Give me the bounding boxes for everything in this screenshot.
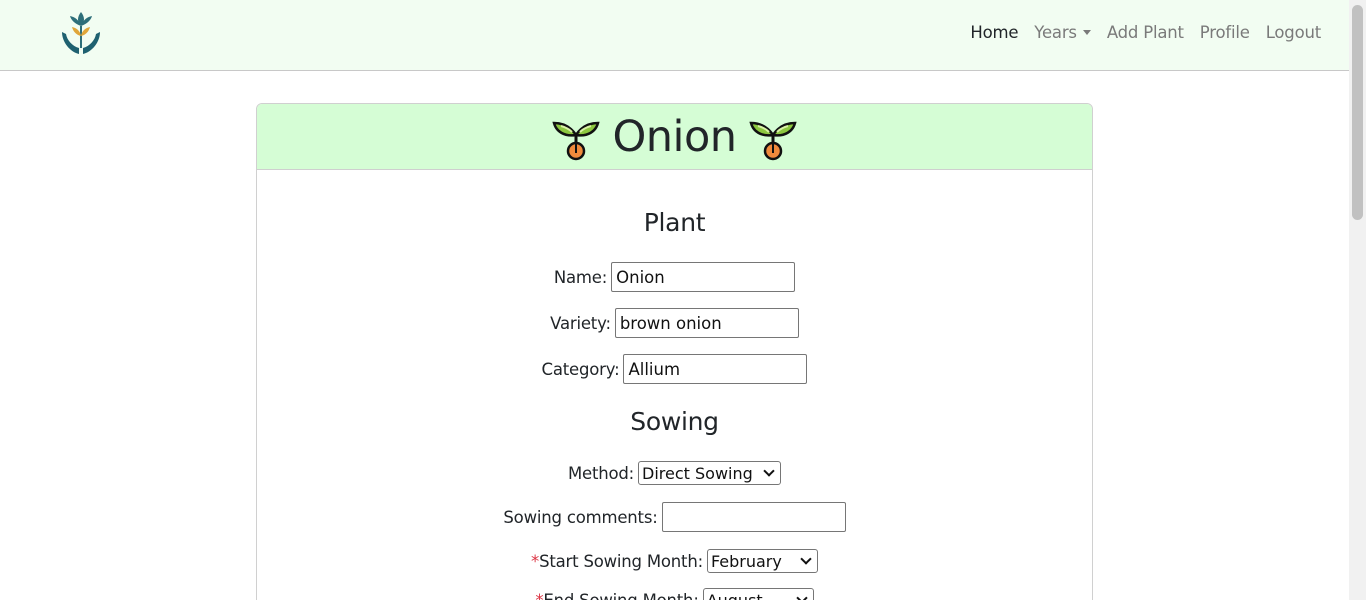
scrollbar-thumb[interactable] <box>1352 5 1363 220</box>
comments-label: Sowing comments: <box>503 507 658 527</box>
start-month-row: *Start Sowing Month: February <box>257 549 1092 573</box>
logo-icon[interactable] <box>58 8 104 58</box>
required-marker: * <box>531 551 540 571</box>
sowing-comments-input[interactable] <box>661 502 846 532</box>
comments-row: Sowing comments: <box>257 502 1092 532</box>
end-month-label: *End Sowing Month: <box>535 590 699 600</box>
page-scrollbar[interactable] <box>1349 0 1366 600</box>
start-month-select-value: February <box>710 551 782 571</box>
nav-years-label: Years <box>1034 22 1077 42</box>
name-input[interactable] <box>611 262 796 292</box>
page-title: Onion <box>612 111 737 162</box>
name-row: Name: <box>257 262 1092 292</box>
plant-section-title: Plant <box>643 208 706 237</box>
nav-logout-link[interactable]: Logout <box>1258 23 1329 42</box>
variety-input[interactable] <box>614 308 799 338</box>
end-month-select[interactable]: August <box>702 588 814 600</box>
navbar: Home Years Add Plant Profile Logout <box>0 0 1349 71</box>
nav-home-link[interactable]: Home <box>962 23 1026 42</box>
start-month-label-text: Start Sowing Month: <box>539 551 703 571</box>
method-row: Method: Direct Sowing <box>257 461 1092 485</box>
nav-years-dropdown[interactable]: Years <box>1026 23 1099 42</box>
chevron-down-icon <box>763 465 775 477</box>
method-label: Method: <box>567 463 635 483</box>
sprout-icon <box>552 121 601 160</box>
plant-card: Onion Plant Name: Variety: Category: Sow… <box>256 103 1093 600</box>
method-select[interactable]: Direct Sowing <box>638 461 782 485</box>
category-row: Category: <box>257 354 1092 384</box>
nav-menu: Home Years Add Plant Profile Logout <box>962 0 1329 64</box>
end-month-select-value: August <box>706 590 763 600</box>
variety-row: Variety: <box>257 308 1092 338</box>
sprout-icon <box>748 121 797 160</box>
category-label: Category: <box>541 359 620 379</box>
end-month-label-text: End Sowing Month: <box>543 590 699 600</box>
card-header: Onion <box>257 104 1092 170</box>
nav-profile-link[interactable]: Profile <box>1192 23 1258 42</box>
start-month-label: *Start Sowing Month: <box>531 552 703 571</box>
end-month-row: *End Sowing Month: August <box>257 588 1092 600</box>
chevron-down-icon <box>796 592 808 600</box>
sowing-section-title: Sowing <box>630 407 719 436</box>
variety-label: Variety: <box>550 313 611 333</box>
chevron-down-icon <box>800 553 812 565</box>
caret-down-icon <box>1082 29 1091 35</box>
name-label: Name: <box>553 267 608 287</box>
start-month-select[interactable]: February <box>706 549 818 573</box>
category-input[interactable] <box>623 354 808 384</box>
nav-add-plant-link[interactable]: Add Plant <box>1099 23 1192 42</box>
method-select-value: Direct Sowing <box>642 463 753 483</box>
